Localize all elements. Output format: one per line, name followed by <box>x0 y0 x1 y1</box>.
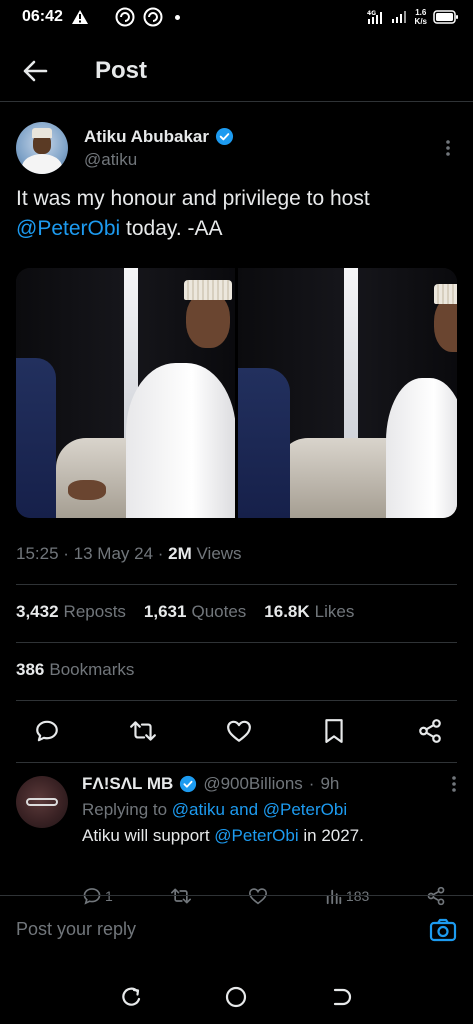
quotes-count: 1,631 <box>143 602 187 621</box>
post-header: Post <box>0 40 473 102</box>
share-icon <box>419 719 441 743</box>
bookmarks-label: Bookmarks <box>49 660 135 679</box>
bookmark-button[interactable] <box>319 716 349 746</box>
views-label: Views <box>196 544 242 563</box>
system-nav-bar <box>0 970 473 1024</box>
camera-icon <box>429 918 457 941</box>
likes-label: Likes <box>314 602 355 621</box>
more-vertical-icon <box>452 776 456 792</box>
tweet-time: 15:25 <box>16 544 59 563</box>
author-name[interactable]: Atiku Abubakar <box>84 127 209 147</box>
page-title: Post <box>95 56 148 84</box>
replying-to-link[interactable]: @atiku and @PeterObi <box>172 800 347 819</box>
battery-icon <box>433 10 459 24</box>
reply-input[interactable]: Post your reply <box>16 919 136 940</box>
more-vertical-icon <box>446 140 450 156</box>
verified-badge-icon <box>179 775 197 793</box>
repost-button[interactable] <box>128 716 158 746</box>
divider <box>16 762 457 763</box>
reply-text-part: in 2027. <box>298 826 364 845</box>
tweet-text-part: It was my honour and privilege to host <box>16 187 370 210</box>
tweet-meta: 15:25 · 13 May 24 · 2M Views <box>16 544 242 563</box>
reposts-stat[interactable]: 3,432 Reposts <box>16 602 126 622</box>
status-time: 06:42 <box>22 8 63 25</box>
reposts-count: 3,432 <box>16 602 59 621</box>
reply-author-name[interactable]: FΛ!SΛL MB <box>82 774 173 794</box>
tweet-actions <box>32 716 445 746</box>
reposts-label: Reposts <box>63 602 126 621</box>
bookmark-icon <box>325 719 343 743</box>
warning-icon <box>71 9 89 25</box>
author-handle[interactable]: @atiku <box>84 150 234 170</box>
signal-icon <box>391 10 409 24</box>
home-button[interactable] <box>224 985 248 1009</box>
avatar[interactable] <box>16 122 68 174</box>
mention-link[interactable]: @PeterObi <box>214 826 298 845</box>
app-icon <box>143 7 163 27</box>
likes-stat[interactable]: 16.8K Likes <box>264 602 354 622</box>
replying-to: Replying to @atiku and @PeterObi <box>82 800 457 820</box>
reply-text: Atiku will support @PeterObi in 2027. <box>82 826 457 846</box>
back-nav-icon <box>334 988 352 1006</box>
back-nav-button[interactable] <box>330 986 352 1008</box>
quotes-label: Quotes <box>191 602 247 621</box>
net-speed: 1.6 K/s <box>415 8 427 26</box>
avatar[interactable] <box>16 776 68 828</box>
tweet-stats: 3,432 Reposts 1,631 Quotes 16.8K Likes <box>16 602 354 622</box>
views-count: 2M <box>168 544 192 563</box>
reply-text-part: Atiku will support <box>82 826 215 845</box>
divider <box>16 642 457 643</box>
share-button[interactable] <box>415 716 445 746</box>
reply-author-handle[interactable]: @900Billions <box>203 774 302 794</box>
back-button[interactable] <box>0 60 80 82</box>
net-speed-unit: K/s <box>414 17 427 26</box>
replying-label: Replying to <box>82 800 172 819</box>
tweet-photo[interactable] <box>16 268 235 518</box>
home-circle-icon <box>226 986 247 1008</box>
tweet-date: 13 May 24 <box>73 544 154 563</box>
reply-age: 9h <box>320 774 340 793</box>
verified-badge-icon <box>215 127 234 146</box>
camera-button[interactable] <box>429 918 457 942</box>
tweet-text: It was my honour and privilege to host @… <box>16 184 457 244</box>
reply-composer[interactable]: Post your reply <box>0 895 473 963</box>
net-speed-value: 1.6 <box>415 8 427 17</box>
likes-count: 16.8K <box>264 602 310 621</box>
more-options-button[interactable] <box>451 775 457 793</box>
svg-text:4G: 4G <box>367 10 376 17</box>
divider <box>16 584 457 585</box>
repost-icon <box>129 721 156 741</box>
bookmarks-stat[interactable]: 386 Bookmarks <box>16 660 134 680</box>
reply-button[interactable] <box>32 716 62 746</box>
status-bar: 06:42 4G 1.6 K/s <box>0 0 473 34</box>
tweet-media[interactable] <box>16 268 457 518</box>
back-arrow-icon <box>23 60 48 81</box>
app-icon <box>115 7 135 27</box>
divider <box>16 700 457 701</box>
quotes-stat[interactable]: 1,631 Quotes <box>144 602 246 622</box>
recents-button[interactable] <box>121 986 143 1008</box>
reply-icon <box>36 720 58 742</box>
reply-tweet[interactable]: FΛ!SΛL MB @900Billions · 9h Replying to … <box>16 774 457 846</box>
recents-icon <box>122 987 140 1006</box>
more-options-button[interactable] <box>445 139 457 157</box>
bookmarks-count: 386 <box>16 660 45 679</box>
tweet-author: Atiku Abubakar @atiku <box>16 120 457 176</box>
notification-dot <box>174 14 180 20</box>
mention-link[interactable]: @PeterObi <box>16 217 120 240</box>
tweet-text-part: today. -AA <box>120 217 223 240</box>
like-button[interactable] <box>224 716 254 746</box>
heart-icon <box>226 720 251 742</box>
4g-signal-icon: 4G <box>367 9 385 25</box>
tweet-photo[interactable] <box>238 268 457 518</box>
